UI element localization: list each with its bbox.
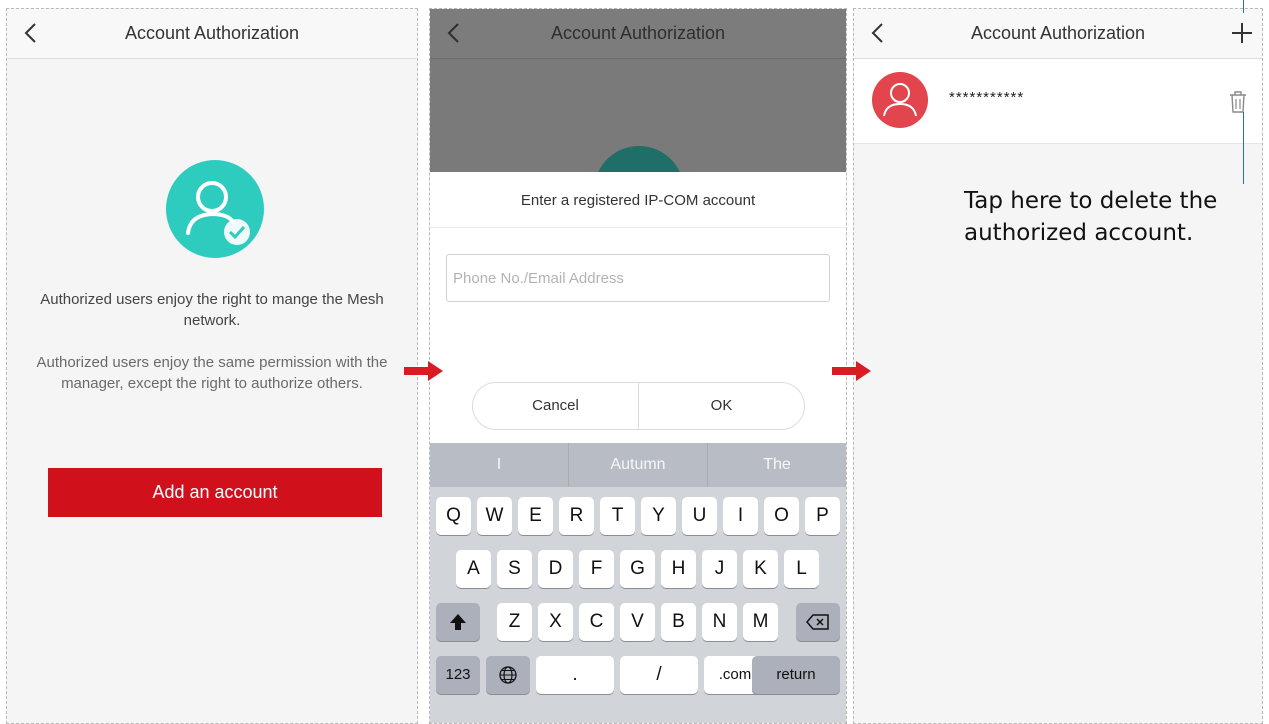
key-q[interactable]: Q	[436, 497, 471, 535]
key-b[interactable]: B	[661, 603, 696, 641]
arrow-right-icon	[404, 361, 443, 381]
description-permission: Authorized users enjoy the same permissi…	[36, 354, 388, 392]
globe-icon	[499, 666, 517, 684]
callout-line-plus	[1243, 0, 1244, 13]
key-period[interactable]: .	[536, 656, 614, 694]
delete-annotation: Tap here to delete the authorized accoun…	[964, 188, 1218, 246]
key-e[interactable]: E	[518, 497, 553, 535]
key-d[interactable]: D	[538, 550, 573, 588]
page-title: Account Authorization	[970, 23, 1146, 43]
keyboard-row-2: A S D F G H J K L	[434, 550, 842, 588]
key-m[interactable]: M	[743, 603, 778, 641]
key-f[interactable]: F	[579, 550, 614, 588]
backspace-icon	[806, 614, 829, 630]
key-i[interactable]: I	[723, 497, 758, 535]
key-j[interactable]: J	[702, 550, 737, 588]
trash-icon[interactable]	[1228, 90, 1248, 114]
suggestion-item[interactable]: The	[708, 443, 846, 487]
navbar: Account Authorization	[854, 9, 1262, 59]
key-p[interactable]: P	[805, 497, 840, 535]
suggestion-item[interactable]: Autumn	[569, 443, 708, 487]
list-item: ***********	[854, 59, 1262, 144]
content: Authorized users enjoy the right to mang…	[7, 59, 417, 723]
arrow-right-icon	[832, 361, 871, 381]
ok-button[interactable]: OK	[639, 383, 804, 429]
numbers-key[interactable]: 123	[436, 656, 480, 694]
key-z[interactable]: Z	[497, 603, 532, 641]
user-avatar-icon	[872, 72, 928, 128]
screen-account-authorization-list: Account Authorization ***********	[853, 8, 1263, 724]
callout-line-trash	[1243, 112, 1244, 184]
key-x[interactable]: X	[538, 603, 573, 641]
divider	[430, 227, 846, 228]
key-s[interactable]: S	[497, 550, 532, 588]
dialog-title: Enter a registered IP-COM account	[520, 192, 756, 209]
key-g[interactable]: G	[620, 550, 655, 588]
plus-icon[interactable]	[1230, 21, 1254, 45]
key-n[interactable]: N	[702, 603, 737, 641]
key-k[interactable]: K	[743, 550, 778, 588]
key-y[interactable]: Y	[641, 497, 676, 535]
authorized-user-icon	[166, 160, 264, 258]
keyboard-row-3: Z X C V B N M	[434, 603, 842, 641]
key-l[interactable]: L	[784, 550, 819, 588]
screen-account-authorization-empty: Account Authorization Authorized users e…	[6, 8, 418, 724]
keyboard-row-4: 123 . / .com return	[434, 656, 842, 694]
key-slash[interactable]: /	[620, 656, 698, 694]
key-w[interactable]: W	[477, 497, 512, 535]
navbar: Account Authorization	[430, 9, 846, 59]
return-key[interactable]: return	[752, 656, 840, 694]
dim-overlay: Account Authorization	[430, 9, 846, 236]
key-t[interactable]: T	[600, 497, 635, 535]
shift-icon	[450, 614, 466, 630]
suggestion-item[interactable]: I	[430, 443, 569, 487]
on-screen-keyboard: I Autumn The Q W E R T Y U I O P A S D F…	[430, 443, 846, 723]
description-manage: Authorized users enjoy the right to mang…	[40, 291, 384, 329]
key-h[interactable]: H	[661, 550, 696, 588]
keyboard-row-1: Q W E R T Y U I O P	[434, 497, 842, 535]
globe-key[interactable]	[486, 656, 530, 694]
key-o[interactable]: O	[764, 497, 799, 535]
suggestion-bar: I Autumn The	[430, 443, 846, 487]
cancel-button[interactable]: Cancel	[473, 383, 639, 429]
account-input[interactable]	[446, 254, 830, 302]
dialog-actions: Cancel OK	[472, 382, 805, 430]
enter-account-dialog: Enter a registered IP-COM account Cancel…	[430, 172, 846, 443]
navbar: Account Authorization	[7, 9, 417, 59]
add-account-button[interactable]: Add an account	[48, 468, 382, 517]
key-r[interactable]: R	[559, 497, 594, 535]
screen-enter-account-dialog: Account Authorization Enter a registered…	[429, 8, 847, 724]
key-a[interactable]: A	[456, 550, 491, 588]
key-u[interactable]: U	[682, 497, 717, 535]
backspace-key[interactable]	[796, 603, 840, 641]
page-title: Account Authorization	[550, 23, 726, 43]
page-title: Account Authorization	[124, 23, 300, 43]
shift-key[interactable]	[436, 603, 480, 641]
account-name: ***********	[949, 89, 1025, 106]
key-c[interactable]: C	[579, 603, 614, 641]
key-v[interactable]: V	[620, 603, 655, 641]
